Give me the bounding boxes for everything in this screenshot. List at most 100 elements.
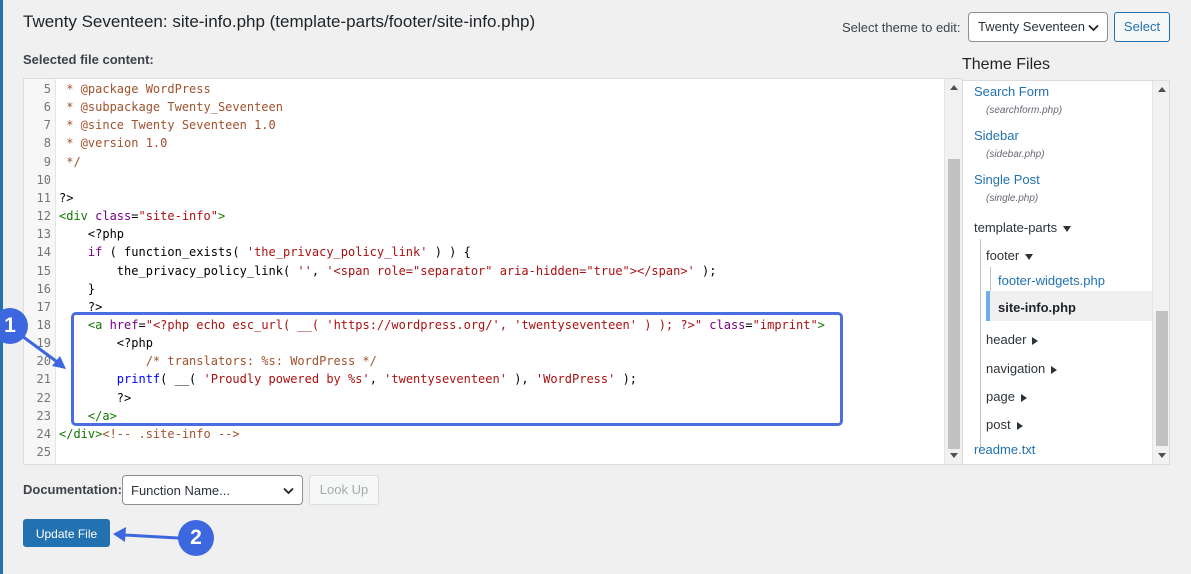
scroll-down-icon[interactable] bbox=[1158, 453, 1166, 458]
line-number: 8 bbox=[43, 136, 51, 151]
folder-page[interactable]: page bbox=[986, 389, 1027, 404]
folder-header-label: header bbox=[986, 332, 1027, 347]
code-token: * @subpackage Twenty_Seventeen bbox=[59, 100, 283, 115]
function-select-value: Function Name... bbox=[131, 483, 230, 498]
code-token: 'the_privacy_policy_link' bbox=[246, 245, 428, 260]
folder-template-parts[interactable]: template-parts bbox=[974, 220, 1072, 235]
code-text: */ bbox=[59, 153, 81, 171]
caret-right-icon bbox=[1020, 393, 1027, 402]
line-number: 13 bbox=[36, 227, 51, 242]
code-token: class bbox=[95, 209, 132, 224]
theme-select-label: Select theme to edit: bbox=[842, 20, 961, 35]
line-number: 20 bbox=[36, 354, 51, 369]
line-number: 5 bbox=[43, 82, 51, 96]
scroll-down-icon[interactable] bbox=[950, 453, 958, 458]
code-token: ( function_exists( bbox=[102, 245, 247, 260]
folder-navigation[interactable]: navigation bbox=[986, 361, 1058, 376]
code-token: <!-- .site-info --> bbox=[102, 426, 240, 441]
code-token: , bbox=[311, 263, 327, 278]
caret-right-icon bbox=[1016, 421, 1023, 430]
code-highlight-box bbox=[71, 312, 843, 426]
line-number: 17 bbox=[36, 299, 51, 314]
code-text: * @package WordPress bbox=[59, 80, 211, 98]
theme-select-value: Twenty Seventeen bbox=[978, 19, 1085, 34]
editor-scroll-thumb[interactable] bbox=[948, 159, 960, 449]
code-text: the_privacy_policy_link( '', '<span role… bbox=[59, 262, 717, 280]
folder-navigation-label: navigation bbox=[986, 361, 1046, 376]
code-token: * @since Twenty Seventeen 1.0 bbox=[59, 118, 276, 133]
line-number: 14 bbox=[36, 245, 51, 260]
look-up-button[interactable]: Look Up bbox=[309, 475, 379, 505]
page-title: Twenty Seventeen: site-info.php (templat… bbox=[23, 12, 536, 31]
line-number: 11 bbox=[36, 190, 51, 205]
theme-select[interactable]: Twenty Seventeen bbox=[968, 12, 1108, 42]
code-token: if bbox=[87, 245, 103, 260]
file-search-form[interactable]: Search Form bbox=[974, 84, 1049, 99]
code-token: <div bbox=[59, 209, 96, 224]
folder-page-label: page bbox=[986, 389, 1015, 404]
function-name-select[interactable]: Function Name... bbox=[122, 475, 303, 505]
code-text: * @since Twenty Seventeen 1.0 bbox=[59, 116, 276, 134]
caret-right-icon bbox=[1032, 336, 1039, 345]
chevron-down-icon bbox=[283, 487, 294, 495]
code-token: ) ) { bbox=[427, 245, 471, 260]
documentation-label: Documentation: bbox=[23, 482, 122, 497]
select-theme-button[interactable]: Select bbox=[1114, 12, 1170, 42]
caret-down-icon bbox=[1025, 253, 1034, 260]
folder-footer[interactable]: footer bbox=[986, 248, 1034, 263]
code-token: */ bbox=[59, 154, 81, 169]
code-text: if ( function_exists( 'the_privacy_polic… bbox=[59, 243, 471, 261]
code-token: * @version 1.0 bbox=[59, 136, 168, 151]
code-token: "site-info" bbox=[138, 209, 218, 224]
editor-scrollbar[interactable] bbox=[944, 79, 962, 464]
line-number: 6 bbox=[43, 100, 51, 115]
file-search-form-name: (searchform.php) bbox=[986, 105, 1063, 116]
line-number: 24 bbox=[36, 426, 51, 441]
scroll-up-icon[interactable] bbox=[1158, 87, 1166, 92]
folder-header[interactable]: header bbox=[986, 332, 1039, 347]
admin-left-edge bbox=[0, 0, 3, 574]
file-single-post-name: (single.php) bbox=[986, 193, 1039, 204]
file-single-post[interactable]: Single Post bbox=[974, 172, 1040, 187]
files-scroll-thumb[interactable] bbox=[1156, 311, 1168, 446]
line-number: 22 bbox=[36, 390, 51, 405]
code-token: '<span role="separator" aria-hidden="tru… bbox=[326, 263, 695, 278]
chevron-down-icon bbox=[1088, 24, 1099, 32]
code-token: the_privacy_policy_link( bbox=[59, 263, 298, 278]
folder-post-label: post bbox=[986, 417, 1011, 432]
code-token: '' bbox=[297, 263, 312, 278]
files-scrollbar[interactable] bbox=[1152, 81, 1169, 464]
code-text: <div class="site-info"> bbox=[59, 207, 225, 225]
caret-down-icon bbox=[1063, 225, 1072, 232]
theme-files-heading: Theme Files bbox=[962, 56, 1051, 73]
folder-post[interactable]: post bbox=[986, 417, 1023, 432]
line-number: 9 bbox=[43, 154, 51, 169]
line-number: 7 bbox=[43, 118, 51, 133]
code-text: ?> bbox=[59, 189, 73, 207]
line-number: 25 bbox=[36, 445, 51, 459]
line-number: 19 bbox=[36, 336, 51, 351]
file-site-info[interactable]: site-info.php bbox=[998, 300, 1076, 315]
code-token: } bbox=[59, 281, 96, 296]
callout-2: 2 bbox=[178, 520, 214, 556]
folder-template-parts-label: template-parts bbox=[974, 220, 1058, 235]
line-number: 15 bbox=[36, 263, 51, 278]
file-sidebar-name: (sidebar.php) bbox=[986, 149, 1045, 160]
line-number: 23 bbox=[36, 408, 51, 423]
code-text: <?php bbox=[59, 225, 124, 243]
folder-footer-label: footer bbox=[986, 248, 1020, 263]
file-sidebar[interactable]: Sidebar bbox=[974, 128, 1019, 143]
line-number: 12 bbox=[36, 209, 51, 224]
code-text: </div><!-- .site-info --> bbox=[59, 425, 240, 443]
selected-file-label: Selected file content: bbox=[23, 52, 154, 67]
code-text: * @subpackage Twenty_Seventeen bbox=[59, 98, 283, 116]
update-file-button[interactable]: Update File bbox=[23, 519, 110, 547]
line-number: 18 bbox=[36, 317, 51, 332]
scroll-up-icon[interactable] bbox=[950, 85, 958, 90]
tree-guide-line bbox=[980, 239, 981, 449]
code-token: </div> bbox=[59, 426, 103, 441]
code-token: ?> bbox=[59, 190, 74, 205]
file-footer-widgets[interactable]: footer-widgets.php bbox=[998, 273, 1105, 288]
arrow-2-icon bbox=[113, 527, 180, 542]
file-readme[interactable]: readme.txt bbox=[974, 442, 1035, 457]
